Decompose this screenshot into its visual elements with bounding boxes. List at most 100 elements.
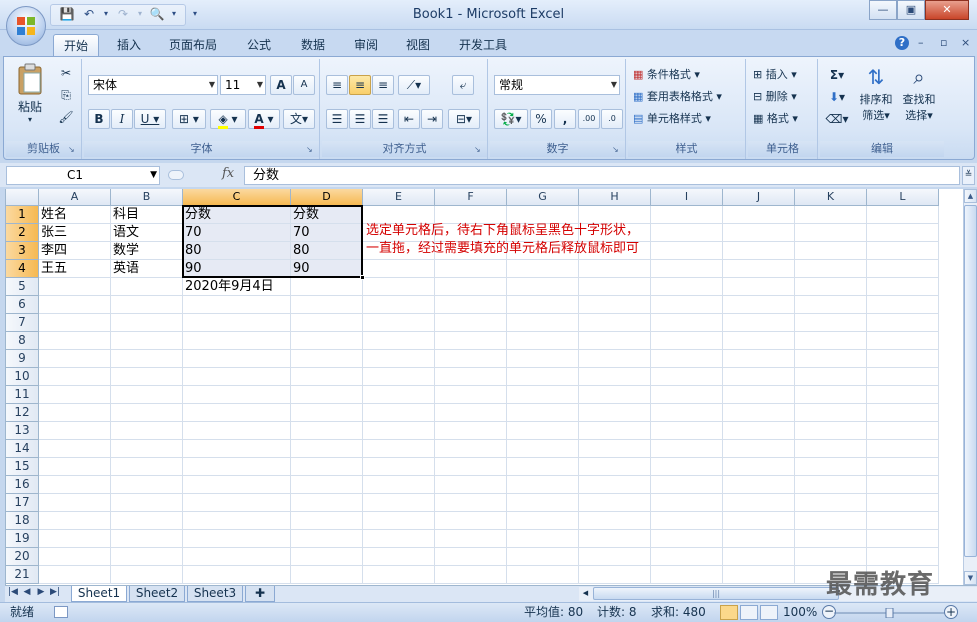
row-header-16[interactable]: 16	[6, 476, 39, 494]
cell-l13[interactable]	[867, 422, 939, 440]
macro-record-icon[interactable]	[54, 606, 68, 618]
cell-a6[interactable]	[39, 296, 111, 314]
cell-h13[interactable]	[579, 422, 651, 440]
shrink-font-button[interactable]: A	[293, 75, 315, 95]
cell-j1[interactable]	[723, 206, 795, 224]
cell-e20[interactable]	[363, 548, 435, 566]
cell-a7[interactable]	[39, 314, 111, 332]
cell-j2[interactable]	[723, 224, 795, 242]
cell-b16[interactable]	[111, 476, 183, 494]
cell-l1[interactable]	[867, 206, 939, 224]
row-header-2[interactable]: 2	[6, 224, 39, 242]
cell-c6[interactable]	[183, 296, 291, 314]
cell-e5[interactable]	[363, 278, 435, 296]
cell-d9[interactable]	[291, 350, 363, 368]
cell-j20[interactable]	[723, 548, 795, 566]
cell-k9[interactable]	[795, 350, 867, 368]
alignment-launcher-icon[interactable]: ↘	[474, 145, 484, 155]
cell-k17[interactable]	[795, 494, 867, 512]
cell-l11[interactable]	[867, 386, 939, 404]
cell-j7[interactable]	[723, 314, 795, 332]
cell-c3[interactable]: 80	[183, 242, 291, 260]
row-header-20[interactable]: 20	[6, 548, 39, 566]
cell-a3[interactable]: 李四	[39, 242, 111, 260]
cell-g10[interactable]	[507, 368, 579, 386]
cell-g19[interactable]	[507, 530, 579, 548]
align-left-icon[interactable]: ☰	[326, 109, 348, 129]
cell-k16[interactable]	[795, 476, 867, 494]
cell-a21[interactable]	[39, 566, 111, 584]
cell-c14[interactable]	[183, 440, 291, 458]
decrease-indent-icon[interactable]: ⇤	[398, 109, 420, 129]
cell-f6[interactable]	[435, 296, 507, 314]
row-header-21[interactable]: 21	[6, 566, 39, 584]
underline-button[interactable]: U ▾	[134, 109, 166, 129]
cell-i7[interactable]	[651, 314, 723, 332]
cell-e4[interactable]	[363, 260, 435, 278]
cell-b2[interactable]: 语文	[111, 224, 183, 242]
cell-a4[interactable]: 王五	[39, 260, 111, 278]
cell-e7[interactable]	[363, 314, 435, 332]
zoom-level[interactable]: 100%	[783, 603, 817, 622]
tab-review[interactable]: 审阅	[343, 34, 389, 56]
column-header-k[interactable]: K	[795, 189, 867, 206]
first-sheet-icon[interactable]: |◀	[7, 587, 19, 597]
cell-l19[interactable]	[867, 530, 939, 548]
cell-i19[interactable]	[651, 530, 723, 548]
cell-b7[interactable]	[111, 314, 183, 332]
cell-l3[interactable]	[867, 242, 939, 260]
cell-i17[interactable]	[651, 494, 723, 512]
tab-formulas[interactable]: 公式	[236, 34, 282, 56]
comma-button[interactable]: ,	[554, 109, 576, 129]
cell-f10[interactable]	[435, 368, 507, 386]
italic-button[interactable]: I	[111, 109, 133, 129]
cell-l16[interactable]	[867, 476, 939, 494]
row-header-4[interactable]: 4	[6, 260, 39, 278]
office-button[interactable]	[6, 6, 46, 46]
cell-d21[interactable]	[291, 566, 363, 584]
cell-e17[interactable]	[363, 494, 435, 512]
cell-l7[interactable]	[867, 314, 939, 332]
tab-view[interactable]: 视图	[395, 34, 441, 56]
align-bottom-icon[interactable]: ≡	[372, 75, 394, 95]
cell-a1[interactable]: 姓名	[39, 206, 111, 224]
cell-k12[interactable]	[795, 404, 867, 422]
row-header-1[interactable]: 1	[6, 206, 39, 224]
cell-h6[interactable]	[579, 296, 651, 314]
cell-j15[interactable]	[723, 458, 795, 476]
row-header-10[interactable]: 10	[6, 368, 39, 386]
find-select-button[interactable]: ⌕ 查找和 选择▾	[898, 63, 940, 135]
cell-e15[interactable]	[363, 458, 435, 476]
cell-c20[interactable]	[183, 548, 291, 566]
cell-c10[interactable]	[183, 368, 291, 386]
percent-button[interactable]: %	[530, 109, 552, 129]
cell-d6[interactable]	[291, 296, 363, 314]
cell-a15[interactable]	[39, 458, 111, 476]
sheet-tab-sheet2[interactable]: Sheet2	[129, 586, 185, 602]
cell-a5[interactable]	[39, 278, 111, 296]
row-header-3[interactable]: 3	[6, 242, 39, 260]
cell-i15[interactable]	[651, 458, 723, 476]
cell-j10[interactable]	[723, 368, 795, 386]
cell-k15[interactable]	[795, 458, 867, 476]
align-right-icon[interactable]: ☰	[372, 109, 394, 129]
expand-formula-bar-icon[interactable]: ≚	[962, 166, 975, 185]
cell-i5[interactable]	[651, 278, 723, 296]
cell-b5[interactable]	[111, 278, 183, 296]
vertical-scrollbar[interactable]: ▲ ▼	[963, 189, 977, 585]
page-break-view-icon[interactable]	[760, 605, 778, 620]
cell-e8[interactable]	[363, 332, 435, 350]
cell-i13[interactable]	[651, 422, 723, 440]
cell-a9[interactable]	[39, 350, 111, 368]
cell-e16[interactable]	[363, 476, 435, 494]
cell-b3[interactable]: 数学	[111, 242, 183, 260]
cell-k6[interactable]	[795, 296, 867, 314]
cell-j11[interactable]	[723, 386, 795, 404]
cell-h21[interactable]	[579, 566, 651, 584]
cell-f8[interactable]	[435, 332, 507, 350]
cell-j8[interactable]	[723, 332, 795, 350]
align-top-icon[interactable]: ≡	[326, 75, 348, 95]
fill-button[interactable]: ⬇▾	[822, 87, 852, 107]
cell-j17[interactable]	[723, 494, 795, 512]
cell-k14[interactable]	[795, 440, 867, 458]
